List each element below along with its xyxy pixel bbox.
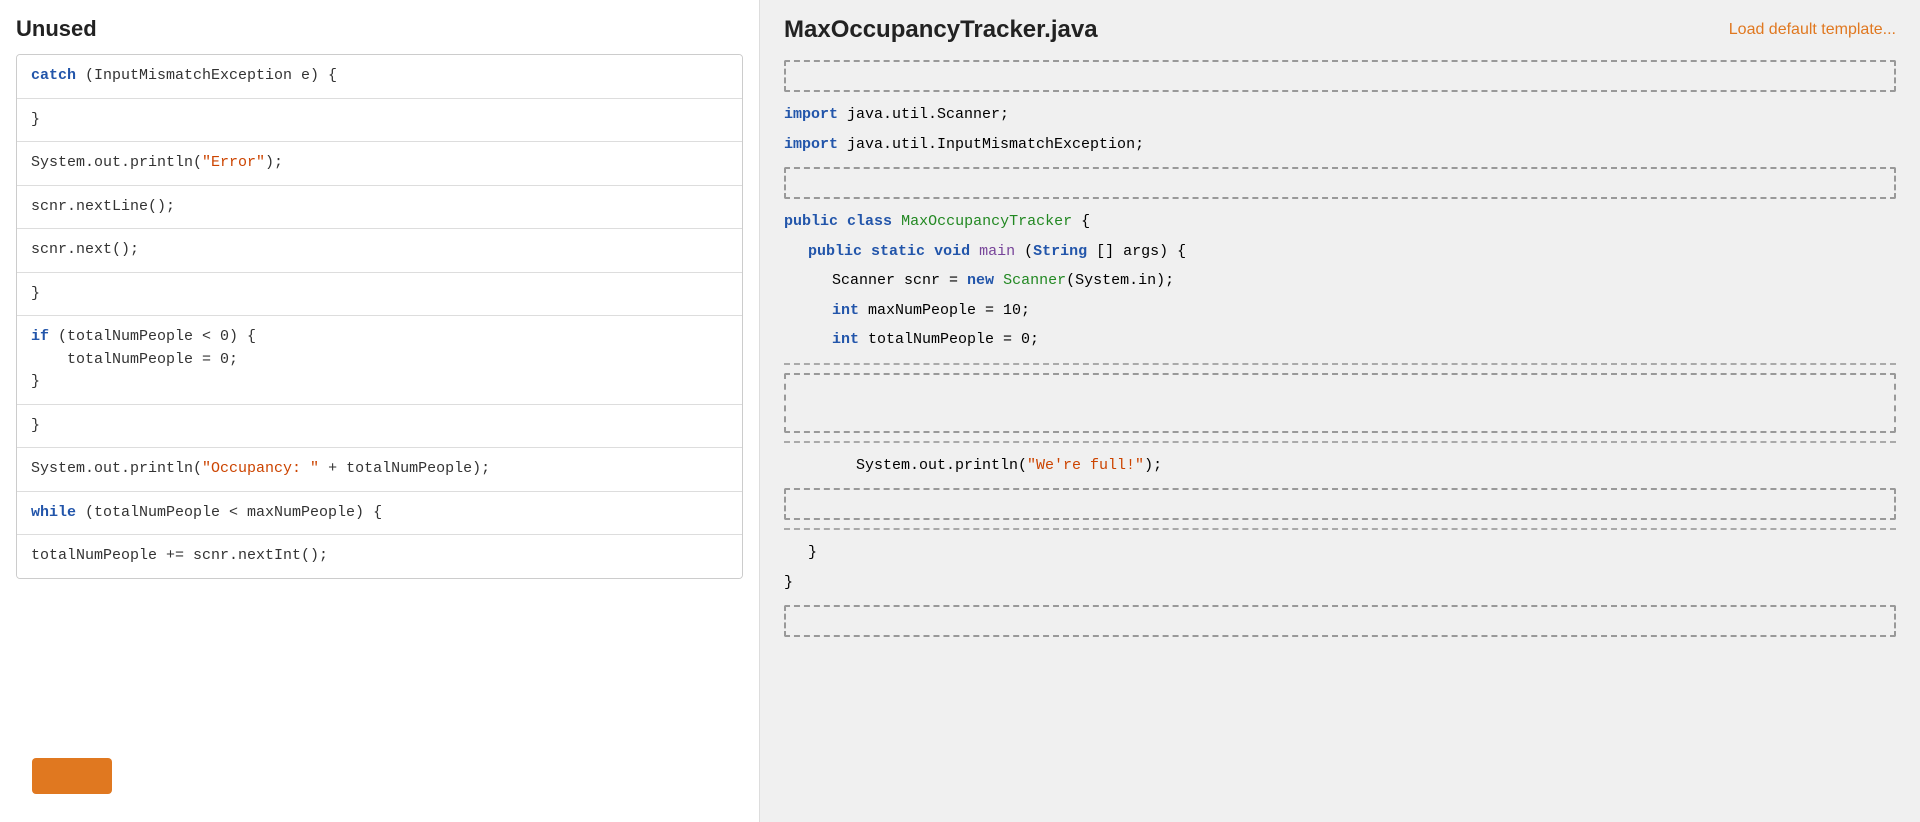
- code-line: import java.util.InputMismatchException;: [784, 130, 1896, 160]
- editor-title: MaxOccupancyTracker.java: [784, 16, 1098, 44]
- action-button[interactable]: [32, 758, 112, 794]
- drop-zone-middle[interactable]: [784, 373, 1896, 433]
- list-item[interactable]: while (totalNumPeople < maxNumPeople) {: [17, 492, 742, 536]
- list-item[interactable]: }: [17, 99, 742, 143]
- code-line: System.out.println("We're full!");: [784, 451, 1896, 481]
- list-item[interactable]: }: [17, 273, 742, 317]
- drop-zone-after-imports[interactable]: [784, 167, 1896, 199]
- code-line: public static void main (String [] args)…: [784, 237, 1896, 267]
- list-item[interactable]: System.out.println("Error");: [17, 142, 742, 186]
- list-item[interactable]: System.out.println("Occupancy: " + total…: [17, 448, 742, 492]
- separator-line: [784, 363, 1896, 365]
- drop-zone-after-println[interactable]: [784, 488, 1896, 520]
- code-line: Scanner scnr = new Scanner(System.in);: [784, 266, 1896, 296]
- code-line: public class MaxOccupancyTracker {: [784, 207, 1896, 237]
- code-line: int totalNumPeople = 0;: [784, 325, 1896, 355]
- unused-code-list-container: catch (InputMismatchException e) { } Sys…: [16, 54, 743, 746]
- editor-panel: MaxOccupancyTracker.java Load default te…: [760, 0, 1920, 822]
- unused-panel: Unused catch (InputMismatchException e) …: [0, 0, 760, 822]
- keyword-catch: catch: [31, 67, 76, 84]
- separator-line-3: [784, 528, 1896, 530]
- list-item[interactable]: if (totalNumPeople < 0) { totalNumPeople…: [17, 316, 742, 405]
- code-editor: import java.util.Scanner; import java.ut…: [784, 56, 1896, 806]
- load-template-link[interactable]: Load default template...: [1729, 21, 1896, 39]
- drop-zone-bottom[interactable]: [784, 605, 1896, 637]
- list-item[interactable]: scnr.nextLine();: [17, 186, 742, 230]
- code-line: }: [784, 568, 1896, 598]
- code-line: import java.util.Scanner;: [784, 100, 1896, 130]
- list-item[interactable]: totalNumPeople += scnr.nextInt();: [17, 535, 742, 578]
- list-item[interactable]: catch (InputMismatchException e) {: [17, 55, 742, 99]
- unused-code-list: catch (InputMismatchException e) { } Sys…: [16, 54, 743, 579]
- code-line: int maxNumPeople = 10;: [784, 296, 1896, 326]
- list-item[interactable]: scnr.next();: [17, 229, 742, 273]
- editor-header: MaxOccupancyTracker.java Load default te…: [784, 16, 1896, 44]
- unused-panel-title: Unused: [16, 16, 743, 42]
- bottom-bar: [16, 746, 743, 806]
- import-section: import java.util.Scanner; import java.ut…: [784, 100, 1896, 159]
- list-item[interactable]: }: [17, 405, 742, 449]
- drop-zone-top[interactable]: [784, 60, 1896, 92]
- code-line: }: [784, 538, 1896, 568]
- separator-line-2: [784, 441, 1896, 443]
